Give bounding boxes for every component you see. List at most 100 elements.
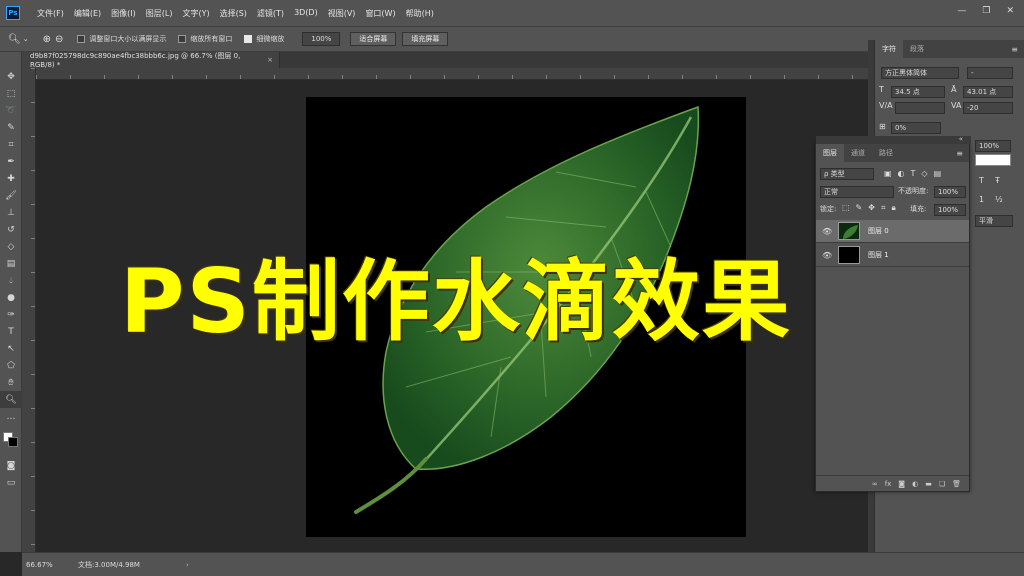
- anti-alias-select[interactable]: 平滑: [975, 215, 1013, 227]
- menu-items: 文件(F) 编辑(E) 图像(I) 图层(L) 文字(Y) 选择(S) 滤镜(T…: [32, 8, 439, 19]
- document-tab[interactable]: d9b87f025798dc9c890ae4fbc38bbb6c.jpg @ 6…: [22, 52, 280, 69]
- move-tool-icon[interactable]: ✥: [0, 68, 22, 85]
- tab-paragraph[interactable]: 段落: [903, 40, 931, 58]
- more-tools-icon[interactable]: …: [0, 408, 22, 425]
- faux-italic-icon[interactable]: Ŧ: [995, 176, 1000, 185]
- menu-image[interactable]: 图像(I): [106, 8, 141, 19]
- restore-button[interactable]: ❐: [982, 6, 990, 16]
- fit-screen-button[interactable]: 适合屏幕: [350, 32, 397, 46]
- text-color-swatch[interactable]: [975, 154, 1011, 166]
- eraser-tool-icon[interactable]: ◇: [0, 238, 22, 255]
- lasso-tool-icon[interactable]: ➰: [0, 102, 22, 119]
- menu-filter[interactable]: 滤镜(T): [252, 8, 289, 19]
- tab-layers[interactable]: 图层: [816, 144, 844, 162]
- panel-menu-icon[interactable]: ≡: [956, 149, 963, 158]
- zoom-out-icon[interactable]: ⊖: [55, 34, 63, 45]
- layer-row[interactable]: 👁︎ 图层 0: [816, 220, 969, 243]
- superscript-icon[interactable]: 1: [979, 195, 984, 204]
- tracking-field[interactable]: -20: [963, 102, 1013, 114]
- new-layer-icon[interactable]: ❏: [939, 480, 945, 488]
- tab-character[interactable]: 字符: [875, 40, 903, 58]
- marquee-tool-icon[interactable]: ⬚: [0, 85, 22, 102]
- checkbox-checked: [244, 35, 253, 43]
- tab-paths[interactable]: 路径: [872, 144, 900, 162]
- status-document-size: 文档:3.00M/4.98M: [78, 560, 140, 569]
- menu-select[interactable]: 选择(S): [215, 8, 252, 19]
- brush-tool-icon[interactable]: 🖌︎: [0, 187, 22, 204]
- menu-edit[interactable]: 编辑(E): [69, 8, 106, 19]
- adjustment-layer-icon[interactable]: ◐: [912, 480, 918, 488]
- horizontal-ruler[interactable]: [36, 68, 868, 80]
- vertical-scale-field[interactable]: 0%: [891, 122, 941, 134]
- layers-panel-drag-bar[interactable]: [816, 136, 971, 144]
- menu-window[interactable]: 窗口(W): [360, 8, 400, 19]
- zoom-tool-icon[interactable]: 🔍︎: [8, 34, 21, 45]
- vertical-scale-icon: ⊞: [879, 122, 886, 131]
- fill-screen-button[interactable]: 填充屏幕: [402, 32, 449, 46]
- opacity-field[interactable]: 100%: [934, 186, 966, 198]
- screen-mode-icon[interactable]: ▭: [0, 474, 22, 491]
- tab-channels[interactable]: 通道: [844, 144, 872, 162]
- hand-tool-icon[interactable]: ✋︎: [0, 374, 22, 391]
- link-layers-icon[interactable]: ∞: [872, 480, 878, 488]
- zoom-in-icon[interactable]: ⊕: [43, 34, 51, 45]
- color-swatches[interactable]: [0, 429, 22, 451]
- new-group-icon[interactable]: ▬: [925, 480, 932, 488]
- character-panel-tabs: 字符 段落 ≡: [875, 40, 1024, 58]
- minimize-button[interactable]: —: [957, 6, 966, 16]
- font-style-select[interactable]: -: [967, 67, 1013, 79]
- font-size-field[interactable]: 34.5 点: [891, 86, 945, 98]
- scrubby-zoom-checkbox[interactable]: 细微缩放: [244, 34, 284, 44]
- layer-filter-select[interactable]: ρ 类型: [820, 168, 874, 180]
- shape-tool-icon[interactable]: ⬠: [0, 357, 22, 374]
- zoom-tool-icon[interactable]: 🔍︎: [0, 391, 22, 408]
- panel-menu-icon[interactable]: ≡: [1011, 45, 1018, 54]
- zoom-all-windows-checkbox[interactable]: 缩放所有窗口: [178, 34, 232, 44]
- path-select-tool-icon[interactable]: ↖: [0, 340, 22, 357]
- visibility-eye-icon[interactable]: 👁︎: [822, 227, 836, 236]
- lock-icons[interactable]: ⬚✎✥⌗🔒︎: [842, 203, 902, 213]
- menu-file[interactable]: 文件(F): [32, 8, 69, 19]
- delete-layer-icon[interactable]: 🗑︎: [952, 480, 961, 488]
- background-color[interactable]: [8, 437, 18, 447]
- fill-field[interactable]: 100%: [934, 204, 966, 216]
- status-zoom[interactable]: 66.67%: [26, 561, 64, 569]
- menu-3d[interactable]: 3D(D): [289, 8, 323, 19]
- quick-select-tool-icon[interactable]: ✎: [0, 119, 22, 136]
- clone-stamp-tool-icon[interactable]: ⊥: [0, 204, 22, 221]
- close-button[interactable]: ✕: [1006, 6, 1014, 16]
- quick-mask-icon[interactable]: ◙: [0, 457, 22, 474]
- kerning-field[interactable]: [895, 102, 945, 114]
- eyedropper-tool-icon[interactable]: ✒: [0, 153, 22, 170]
- healing-brush-tool-icon[interactable]: ✚: [0, 170, 22, 187]
- history-brush-tool-icon[interactable]: ↺: [0, 221, 22, 238]
- menu-view[interactable]: 视图(V): [323, 8, 361, 19]
- layers-panel-tabs: 图层 通道 路径 ≡: [816, 144, 969, 162]
- leading-field[interactable]: 43.01 点: [963, 86, 1013, 98]
- font-family-select[interactable]: 方正黑体简体: [881, 67, 959, 79]
- blur-tool-icon[interactable]: 💧︎: [0, 272, 22, 289]
- horizontal-scale-field[interactable]: 100%: [975, 140, 1011, 152]
- tool-preset-chevron-icon[interactable]: ⌄: [23, 35, 29, 43]
- blend-mode-select[interactable]: 正常: [820, 186, 894, 198]
- fraction-icon[interactable]: ½: [995, 195, 1003, 204]
- layer-style-icon[interactable]: fx: [885, 480, 892, 488]
- gradient-tool-icon[interactable]: ▤: [0, 255, 22, 272]
- type-tool-icon[interactable]: T: [0, 323, 22, 340]
- dodge-tool-icon[interactable]: ●: [0, 289, 22, 306]
- close-tab-icon[interactable]: ×: [267, 56, 273, 64]
- menu-type[interactable]: 文字(Y): [177, 8, 214, 19]
- zoom-percent-field[interactable]: 100%: [302, 32, 341, 46]
- menu-help[interactable]: 帮助(H): [401, 8, 439, 19]
- menu-layer[interactable]: 图层(L): [141, 8, 178, 19]
- panel-collapse-icon[interactable]: «: [959, 135, 963, 143]
- vertical-ruler[interactable]: [22, 68, 36, 552]
- faux-bold-icon[interactable]: T: [979, 176, 984, 185]
- add-mask-icon[interactable]: ◙: [898, 480, 905, 488]
- tracking-icon: VA: [951, 101, 962, 110]
- resize-window-checkbox[interactable]: 调整窗口大小以满屏显示: [77, 34, 166, 44]
- status-menu-arrow-icon[interactable]: ›: [186, 561, 189, 569]
- crop-tool-icon[interactable]: ⌗: [0, 136, 22, 153]
- layer-filter-icons[interactable]: ▣◐T◇▤: [884, 169, 947, 178]
- pen-tool-icon[interactable]: ✑: [0, 306, 22, 323]
